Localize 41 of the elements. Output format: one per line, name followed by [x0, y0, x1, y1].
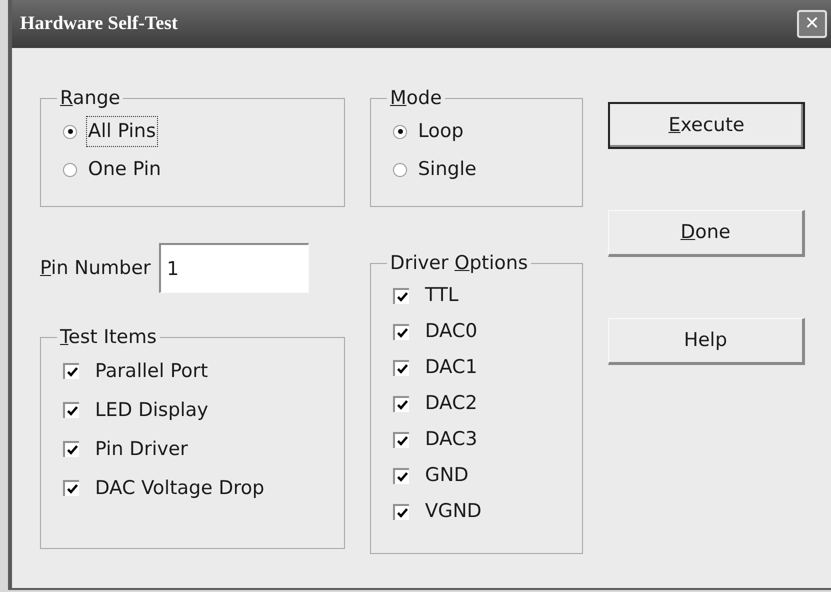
- checkbox-label[interactable]: VGND: [425, 497, 482, 526]
- checkbox[interactable]: [393, 288, 409, 304]
- input-field[interactable]: 1: [158, 243, 309, 293]
- checkbox[interactable]: [393, 360, 409, 376]
- dialog-button[interactable]: Done: [608, 210, 805, 257]
- checkbox-label[interactable]: LED Display: [95, 396, 208, 424]
- checkbox-label[interactable]: Pin Driver: [95, 434, 188, 464]
- radio-label[interactable]: One Pin: [87, 155, 162, 184]
- checkbox-label[interactable]: DAC1: [425, 353, 478, 382]
- checkbox-label[interactable]: GND: [425, 461, 469, 490]
- dialog-button[interactable]: Execute: [608, 102, 805, 149]
- field-label: Pin Number: [40, 256, 151, 281]
- group-label: Driver Options: [390, 252, 528, 274]
- radio-label[interactable]: All Pins: [87, 117, 157, 146]
- dialog-button[interactable]: Help: [608, 318, 805, 365]
- radio-button[interactable]: [63, 162, 77, 176]
- checkbox[interactable]: [393, 504, 409, 520]
- checkbox-label[interactable]: DAC2: [425, 389, 478, 418]
- checkbox[interactable]: [63, 441, 79, 457]
- checkbox[interactable]: [393, 432, 409, 448]
- checkbox[interactable]: [393, 468, 409, 484]
- close-button[interactable]: ✕: [797, 10, 827, 38]
- checkbox[interactable]: [393, 396, 409, 412]
- checkbox[interactable]: [63, 402, 79, 418]
- group-label: Range: [60, 87, 120, 109]
- window-title: Hardware Self-Test: [20, 12, 178, 36]
- checkbox-label[interactable]: DAC3: [425, 425, 478, 454]
- group-label: Test Items: [60, 326, 157, 348]
- radio-button[interactable]: [393, 162, 407, 176]
- checkbox[interactable]: [393, 324, 409, 340]
- checkbox[interactable]: [63, 480, 79, 496]
- checkbox-label[interactable]: Parallel Port: [95, 356, 208, 386]
- radio-label[interactable]: Loop: [417, 117, 465, 146]
- radio-button[interactable]: [63, 124, 77, 138]
- radio-label[interactable]: Single: [417, 155, 478, 184]
- radio-button[interactable]: [393, 124, 407, 138]
- checkbox-label[interactable]: DAC0: [425, 317, 478, 346]
- checkbox-label[interactable]: DAC Voltage Drop: [95, 474, 264, 502]
- group-label: Mode: [390, 87, 442, 109]
- checkbox-label[interactable]: TTL: [425, 281, 458, 310]
- checkbox[interactable]: [63, 363, 79, 379]
